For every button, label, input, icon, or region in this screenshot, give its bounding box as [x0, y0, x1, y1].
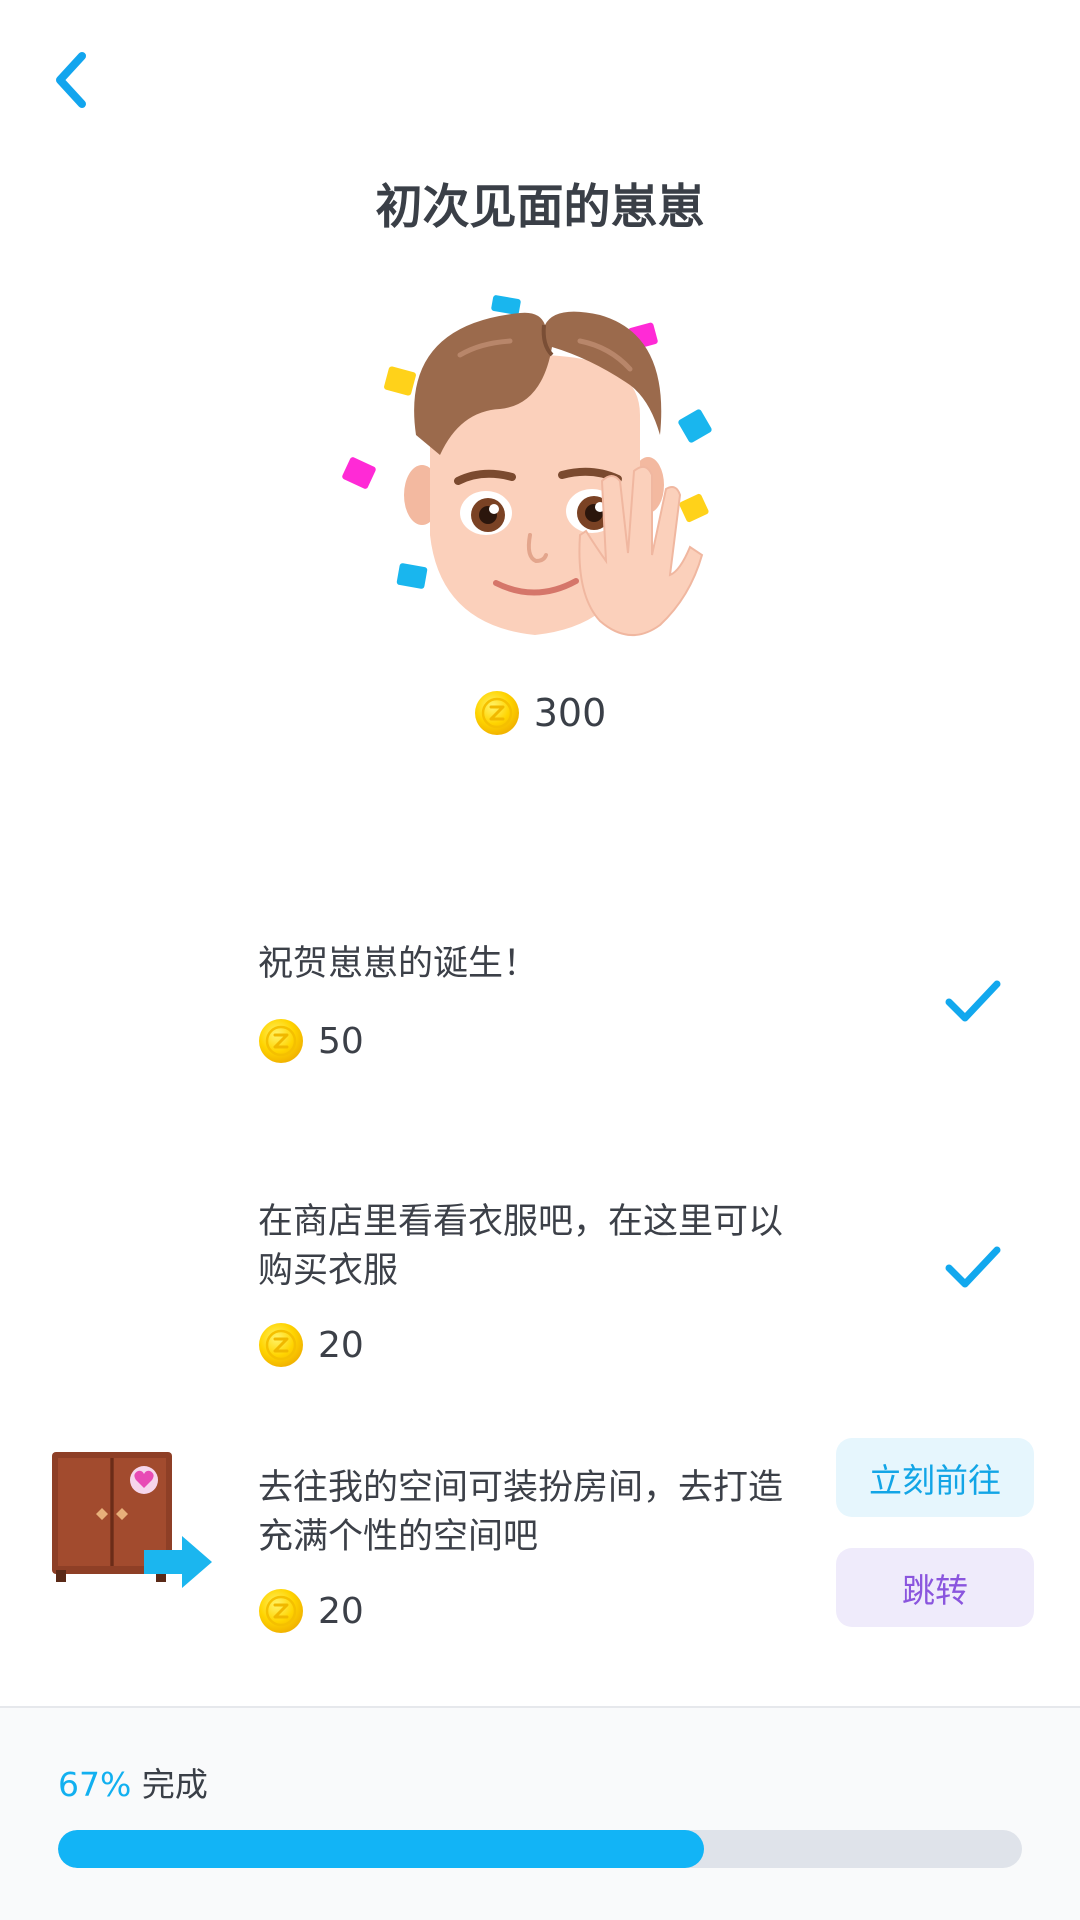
- task-reward: 50: [258, 1018, 364, 1064]
- task-description: 祝贺崽崽的诞生！: [258, 944, 539, 984]
- chevron-left-icon: [56, 52, 86, 108]
- task-reward-amount: 20: [318, 1324, 364, 1366]
- total-reward-amount: 300: [533, 691, 607, 735]
- task-description: 去往我的空间可装扮房间，去打造充满个性的空间吧: [258, 1468, 784, 1557]
- checkmark-icon: [945, 1244, 1001, 1290]
- waving-avatar-icon: [342, 295, 712, 637]
- total-reward: 300: [0, 690, 1080, 736]
- task-description: 在商店里看看衣服吧，在这里可以购买衣服: [258, 1202, 784, 1291]
- gold-coin-icon: [258, 1018, 304, 1064]
- page-title: 初次见面的崽崽: [375, 180, 705, 235]
- task-reward: 20: [258, 1588, 364, 1634]
- wardrobe-with-arrow-icon: [52, 1452, 212, 1588]
- gold-coin-icon: [258, 1588, 304, 1634]
- progress-label: 67% 完成: [58, 1758, 208, 1806]
- task-reward-amount: 20: [318, 1590, 364, 1632]
- progress-bar: [58, 1830, 1022, 1868]
- go-now-button[interactable]: 立刻前往: [836, 1438, 1034, 1517]
- checkmark-icon: [945, 978, 1001, 1024]
- progress-bar-fill: [58, 1830, 704, 1868]
- gold-coin-icon: [474, 690, 520, 736]
- progress-suffix: 完成: [141, 1765, 208, 1804]
- achievement-page: 初次见面的崽崽 300 祝贺崽崽的诞生！ 50 在商店里看看衣服吧，在这里可以购…: [0, 0, 1080, 1920]
- task-reward-amount: 50: [318, 1020, 364, 1062]
- progress-percent: 67%: [58, 1765, 132, 1804]
- back-button[interactable]: [40, 45, 100, 115]
- jump-button[interactable]: 跳转: [836, 1548, 1034, 1627]
- task-reward: 20: [258, 1322, 364, 1368]
- progress-footer: 67% 完成: [0, 1706, 1080, 1920]
- gold-coin-icon: [258, 1322, 304, 1368]
